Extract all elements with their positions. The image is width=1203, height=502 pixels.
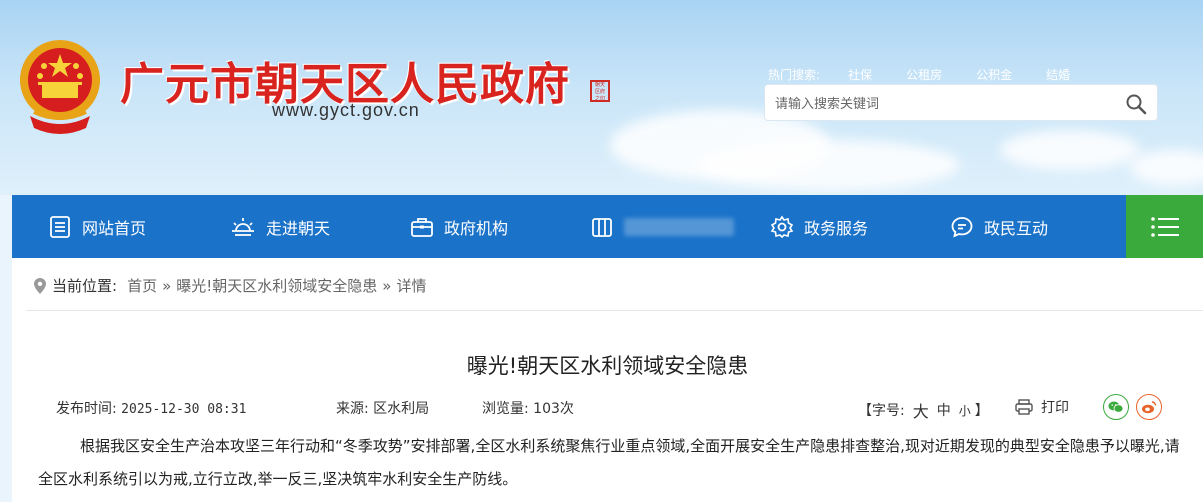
publish-time-label: 发布时间: [56, 401, 117, 417]
search-icon[interactable] [1125, 93, 1147, 115]
views-label: 浏览量: [482, 401, 529, 417]
nav-item-about[interactable]: 走进朝天 [230, 195, 330, 258]
publish-time: 发布时间: 2025-12-30 08:31 [56, 398, 246, 418]
search-box [764, 84, 1158, 121]
breadcrumb-separator: » [382, 276, 392, 295]
breadcrumb-link-home[interactable]: 首页 [127, 275, 157, 296]
location-pin-icon [34, 277, 46, 294]
gear-icon [770, 215, 794, 238]
nav-menu-button[interactable] [1126, 195, 1203, 258]
publish-time-value: 2025-12-30 08:31 [121, 402, 247, 417]
wechat-icon [1108, 401, 1124, 413]
chat-icon [951, 216, 973, 238]
nav-item-label: 网站首页 [82, 218, 147, 238]
weibo-icon [1142, 401, 1157, 414]
font-size-label: 【字号: [858, 403, 905, 419]
site-url: www.gyct.gov.cn [272, 100, 420, 120]
print-label: 打印 [1041, 400, 1069, 416]
article-title: 曝光!朝天区水利领域安全隐患 [466, 354, 749, 378]
printer-icon [1015, 399, 1033, 415]
nav-item-label-blurred [624, 217, 734, 236]
building-icon [592, 217, 612, 237]
article-source: 来源: 区水利局 [336, 398, 429, 418]
article-container: 当前位置: 首页 » 曝光!朝天区水利领域安全隐患 » 详情 曝光!朝天区水利领… [12, 258, 1203, 502]
nav-item-public-info[interactable] [590, 195, 734, 258]
briefcase-icon [411, 217, 433, 237]
hot-search-item[interactable]: 社保 [848, 66, 872, 83]
source-value: 区水利局 [373, 401, 430, 417]
document-icon [50, 215, 70, 238]
hot-search: 热门搜索: 社保 公租房 公积金 结婚 [768, 66, 1104, 83]
breadcrumb-current: 详情 [396, 277, 427, 295]
nav-item-label: 走进朝天 [266, 218, 331, 238]
nav-item-services[interactable]: 政务服务 [770, 195, 868, 258]
nav-item-label: 政民互动 [984, 218, 1049, 238]
share-weibo-button[interactable] [1136, 394, 1162, 420]
font-size-close: 】 [974, 403, 989, 419]
divider [26, 310, 1203, 311]
hot-search-item[interactable]: 结婚 [1046, 66, 1070, 83]
menu-icon [1150, 216, 1179, 237]
nav-item-label: 政府机构 [444, 218, 509, 238]
view-count: 浏览量: 103次 [482, 398, 574, 418]
seal-stamp-icon: 朝天 区府 之印 [590, 80, 610, 102]
font-size-medium[interactable]: 中 [937, 400, 951, 420]
sunrise-icon [232, 217, 254, 236]
breadcrumb: 当前位置: 首页 » 曝光!朝天区水利领域安全隐患 » 详情 [34, 275, 426, 296]
cloud-decoration [700, 140, 960, 190]
font-size-large[interactable]: 大 [913, 398, 929, 422]
source-label: 来源: [336, 401, 369, 417]
national-emblem-icon [20, 40, 100, 134]
nav-item-label: 政务服务 [804, 218, 869, 238]
hot-search-label: 热门搜索: [768, 68, 821, 82]
breadcrumb-separator: » [162, 276, 172, 295]
cloud-decoration [1000, 130, 1140, 170]
breadcrumb-link-article[interactable]: 曝光!朝天区水利领域安全隐患 [176, 275, 377, 296]
share-wechat-button[interactable] [1103, 394, 1129, 420]
site-header: 广元市朝天区人民政府 www.gyct.gov.cn 朝天 区府 之印 热门搜索: … [0, 0, 1203, 195]
search-input[interactable] [773, 91, 1117, 117]
cloud-decoration [1130, 150, 1203, 185]
font-size-small[interactable]: 小 [959, 402, 971, 419]
hot-search-item[interactable]: 公积金 [976, 66, 1012, 83]
print-button[interactable]: 打印 [1015, 397, 1069, 417]
nav-item-interaction[interactable]: 政民互动 [950, 195, 1048, 258]
hot-search-item[interactable]: 公租房 [906, 66, 942, 83]
font-size-control: 【字号: 大 中 小 】 [858, 398, 989, 422]
nav-item-agencies[interactable]: 政府机构 [410, 195, 508, 258]
article-body: 根据我区安全生产治本攻坚三年行动和“冬季攻势”安排部署,全区水利系统聚焦行业重点… [38, 437, 1180, 488]
nav-item-home[interactable]: 网站首页 [48, 195, 146, 258]
breadcrumb-label: 当前位置: [52, 277, 118, 295]
views-value: 103次 [533, 401, 574, 417]
main-nav: 网站首页 走进朝天 政府机构 政务服务 政民互动 [12, 195, 1203, 258]
